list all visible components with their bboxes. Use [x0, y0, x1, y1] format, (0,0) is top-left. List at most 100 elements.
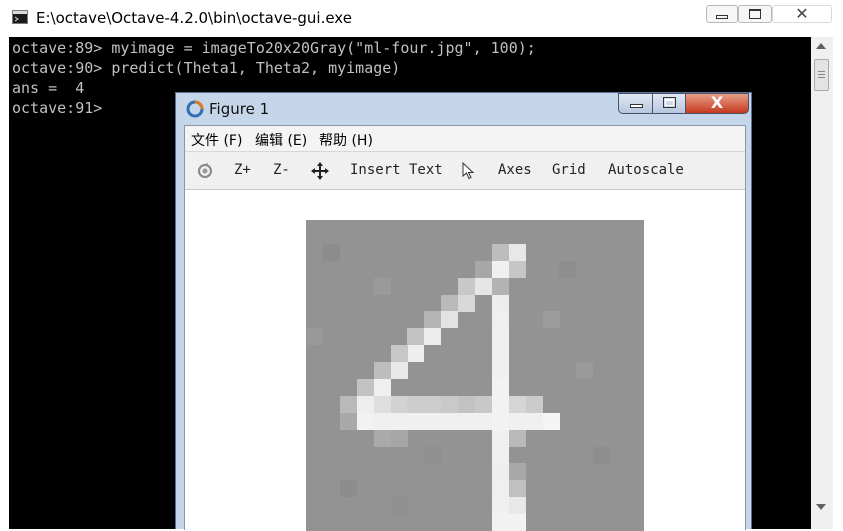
digit-pixel	[576, 362, 593, 379]
console-window-title: E:\octave\Octave-4.2.0\bin\octave-gui.ex…	[36, 9, 352, 27]
digit-pixel	[391, 362, 408, 379]
digit-pixel	[492, 379, 509, 396]
console-close-button[interactable]: ✕	[772, 4, 832, 23]
digit-pixel	[441, 295, 458, 312]
digit-pixel	[509, 514, 526, 531]
grip-line	[818, 74, 825, 75]
digit-pixel	[340, 413, 357, 430]
console-vertical-scrollbar[interactable]	[811, 37, 833, 529]
digit-pixel	[374, 362, 391, 379]
digit-pixel	[559, 261, 576, 278]
digit-grayscale-image	[306, 220, 644, 531]
figure-menubar: 文件 (F) 编辑 (E) 帮助 (H)	[185, 126, 745, 151]
digit-pixel	[374, 396, 391, 413]
digit-pixel	[509, 430, 526, 447]
figure-toolbar: Z+ Z- Insert Text Axes Grid Autoscale	[185, 151, 745, 190]
digit-pixel	[374, 379, 391, 396]
insert-text-button[interactable]: Insert Text	[350, 162, 443, 178]
digit-pixel	[492, 311, 509, 328]
pointer-select-icon[interactable]	[459, 161, 479, 181]
digit-pixel	[407, 328, 424, 345]
maximize-icon	[749, 9, 761, 19]
digit-pixel	[424, 311, 441, 328]
digit-pixel	[492, 463, 509, 480]
digit-pixel	[458, 413, 475, 430]
digit-pixel	[407, 413, 424, 430]
grip-line	[818, 77, 825, 78]
digit-pixel	[492, 514, 509, 531]
digit-pixel	[323, 244, 340, 261]
scroll-up-arrow-icon[interactable]	[816, 43, 826, 49]
close-icon: ✕	[795, 4, 809, 23]
digit-pixel	[509, 463, 526, 480]
digit-pixel	[509, 413, 526, 430]
zoom-out-button[interactable]: Z-	[273, 162, 290, 178]
menu-file[interactable]: 文件 (F)	[191, 130, 242, 150]
digit-pixel	[492, 362, 509, 379]
menu-help[interactable]: 帮助 (H)	[319, 130, 373, 150]
figure-close-button[interactable]: X	[685, 93, 749, 114]
digit-pixel	[509, 244, 526, 261]
digit-pixel	[492, 244, 509, 261]
console-maximize-button[interactable]	[738, 5, 772, 23]
digit-pixel	[492, 261, 509, 278]
digit-pixel	[407, 396, 424, 413]
grid-button[interactable]: Grid	[552, 162, 586, 178]
digit-pixel	[340, 480, 357, 497]
console-minimize-button[interactable]	[706, 5, 738, 23]
digit-pixel	[441, 396, 458, 413]
digit-pixel	[441, 311, 458, 328]
digit-pixel	[407, 345, 424, 362]
digit-pixel	[306, 328, 323, 345]
digit-pixel	[492, 295, 509, 312]
figure-title: Figure 1	[209, 100, 270, 118]
digit-pixel	[543, 311, 560, 328]
console-line: ans = 4	[12, 79, 85, 97]
digit-pixel	[492, 278, 509, 295]
maximize-icon	[663, 97, 676, 108]
digit-pixel	[391, 345, 408, 362]
zoom-in-button[interactable]: Z+	[234, 162, 251, 178]
digit-pixel	[475, 261, 492, 278]
digit-pixel	[374, 413, 391, 430]
grip-line	[818, 71, 825, 72]
digit-pixel	[475, 413, 492, 430]
console-line: octave:89> myimage = imageTo20x20Gray("m…	[12, 39, 536, 57]
autoscale-button[interactable]: Autoscale	[608, 162, 684, 178]
digit-pixel	[543, 413, 560, 430]
pan-move-icon[interactable]	[310, 161, 330, 181]
digit-pixel	[357, 379, 374, 396]
digit-pixel	[593, 447, 610, 464]
digit-pixel	[492, 396, 509, 413]
figure-window: Figure 1 X 文件 (F) 编辑 (E) 帮助 (H) Z+ Z- In…	[175, 92, 752, 531]
console-line: octave:90> predict(Theta1, Theta2, myima…	[12, 59, 401, 77]
close-icon: X	[710, 93, 724, 112]
digit-pixel	[492, 497, 509, 514]
digit-pixel	[458, 278, 475, 295]
digit-pixel	[374, 278, 391, 295]
digit-pixel	[424, 413, 441, 430]
digit-pixel	[526, 396, 543, 413]
figure-minimize-button[interactable]	[618, 93, 653, 114]
figure-client-area: 文件 (F) 编辑 (E) 帮助 (H) Z+ Z- Insert Text A…	[184, 125, 746, 531]
digit-pixel	[492, 480, 509, 497]
console-titlebar[interactable]: E:\octave\Octave-4.2.0\bin\octave-gui.ex…	[0, 0, 843, 37]
digit-pixel	[424, 396, 441, 413]
digit-pixel	[424, 328, 441, 345]
digit-pixel	[441, 413, 458, 430]
digit-pixel	[492, 345, 509, 362]
scrollbar-thumb[interactable]	[814, 59, 829, 91]
axes-button[interactable]: Axes	[498, 162, 532, 178]
terminal-app-icon	[12, 10, 28, 24]
menu-edit[interactable]: 编辑 (E)	[255, 130, 307, 150]
rotate-icon[interactable]	[195, 161, 215, 181]
figure-titlebar[interactable]: Figure 1 X	[176, 93, 751, 125]
figure-plot-canvas[interactable]	[185, 190, 745, 531]
console-prompt-line[interactable]: octave:91>	[12, 98, 102, 118]
digit-pixel	[526, 413, 543, 430]
scroll-down-arrow-icon[interactable]	[816, 504, 826, 510]
octave-logo-icon	[186, 100, 204, 118]
digit-pixel	[458, 295, 475, 312]
figure-maximize-button[interactable]	[652, 93, 686, 114]
digit-pixel	[475, 278, 492, 295]
